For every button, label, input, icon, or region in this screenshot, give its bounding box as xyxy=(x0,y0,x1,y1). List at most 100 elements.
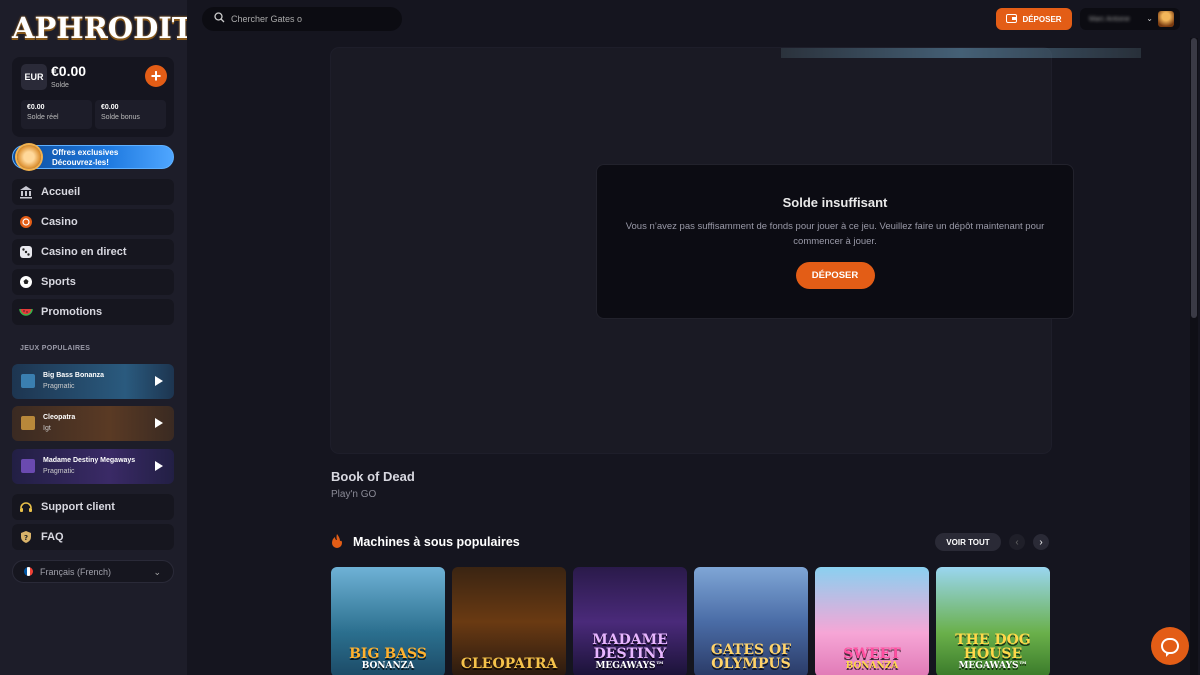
nav-item-casino-en-direct[interactable]: Casino en direct xyxy=(12,239,174,265)
top-bar: DÉPOSER Marc Antoine ⌄ xyxy=(187,0,1200,38)
add-funds-button[interactable]: + xyxy=(145,65,167,87)
game-title: Book of Dead xyxy=(331,469,415,484)
chat-bubble-icon xyxy=(1161,638,1179,657)
play-icon[interactable] xyxy=(155,376,163,386)
promo-line1: Offres exclusives xyxy=(52,148,119,157)
sidebar: APHRODITE EUR €0.00 Solde + €0.00 Solde … xyxy=(0,0,215,675)
insufficient-balance-modal: Solde insuffisant Vous n’avez pas suffis… xyxy=(596,164,1074,319)
play-icon[interactable] xyxy=(155,418,163,428)
search-box[interactable] xyxy=(202,7,402,31)
popular-slots-header: Machines à sous populaires VOIR TOUT ‹ › xyxy=(331,533,1051,553)
balance-amount: €0.00 xyxy=(51,63,87,79)
exclusive-offers-banner[interactable]: Offres exclusives Découvrez-les! xyxy=(12,145,174,169)
nav-label: Promotions xyxy=(41,306,103,318)
real-balance-label: Solde réel xyxy=(27,114,59,121)
nav-label: FAQ xyxy=(41,531,64,543)
game-provider: Pragmatic xyxy=(43,383,75,390)
game-provider: Igt xyxy=(43,425,51,432)
question-shield-icon: ? xyxy=(18,529,34,545)
nav-label: Casino en direct xyxy=(41,246,127,258)
search-icon xyxy=(214,12,225,26)
main-content: Solde insuffisant Vous n’avez pas suffis… xyxy=(187,38,1200,675)
game-provider: Play'n GO xyxy=(331,489,377,500)
fire-icon xyxy=(331,534,343,551)
bonus-balance-value: €0.00 xyxy=(101,104,119,111)
prev-arrow-button[interactable]: ‹ xyxy=(1009,534,1025,550)
popular-game-card[interactable]: Madame Destiny Megaways Pragmatic xyxy=(12,449,174,484)
slot-tile[interactable]: SWEET BONANZA xyxy=(815,567,929,675)
nav-item-support[interactable]: Support client xyxy=(12,494,174,520)
slot-tile[interactable]: MADAME DESTINY MEGAWAYS™ xyxy=(573,567,687,675)
svg-text:?: ? xyxy=(24,534,28,542)
slot-title: BIG BASS BONANZA xyxy=(349,646,427,671)
nav-item-promotions[interactable]: Promotions xyxy=(12,299,174,325)
modal-deposit-button[interactable]: DÉPOSER xyxy=(795,262,875,289)
slot-tile[interactable]: GATES OF OLYMPUS xyxy=(694,567,808,675)
brand-logo[interactable]: APHRODITE xyxy=(12,12,215,44)
real-balance-value: €0.00 xyxy=(27,104,45,111)
game-frame: Solde insuffisant Vous n’avez pas suffis… xyxy=(331,48,1141,453)
france-flag-icon xyxy=(24,567,33,576)
app-root: APHRODITE EUR €0.00 Solde + €0.00 Solde … xyxy=(0,0,1200,675)
nav-item-accueil[interactable]: Accueil xyxy=(12,179,174,205)
slot-title: SWEET BONANZA xyxy=(843,646,901,671)
language-label: Français (French) xyxy=(40,566,112,577)
slot-tile[interactable]: THE DOG HOUSE MEGAWAYS™ xyxy=(936,567,1050,675)
deposit-button[interactable]: DÉPOSER xyxy=(996,8,1072,30)
nav-item-casino[interactable]: Casino xyxy=(12,209,174,235)
slot-title: THE DOG HOUSE MEGAWAYS™ xyxy=(955,632,1031,671)
game-provider: Pragmatic xyxy=(43,468,75,475)
popular-games-title: JEUX POPULAIRES xyxy=(20,345,91,352)
slot-tiles: BIG BASS BONANZA CLEOPATRA MADAME DESTINY… xyxy=(331,567,1051,675)
modal-title: Solde insuffisant xyxy=(782,195,888,210)
chevron-right-icon: › xyxy=(1039,536,1043,548)
section-title: Machines à sous populaires xyxy=(353,535,520,549)
popular-game-card[interactable]: Cleopatra Igt xyxy=(12,406,174,441)
see-all-button[interactable]: VOIR TOUT xyxy=(935,533,1001,551)
popular-game-card[interactable]: Big Bass Bonanza Pragmatic xyxy=(12,364,174,399)
slot-title: GATES OF OLYMPUS xyxy=(710,642,792,672)
game-thumbnail xyxy=(21,416,35,430)
plus-icon: + xyxy=(150,66,162,86)
bonus-balance-label: Solde bonus xyxy=(101,114,140,121)
modal-message: Vous n’avez pas suffisamment de fonds po… xyxy=(625,221,1045,247)
balance-label: Solde xyxy=(51,82,69,89)
game-name: Big Bass Bonanza xyxy=(43,372,105,379)
watermelon-icon xyxy=(18,304,34,320)
medal-icon xyxy=(17,145,41,169)
dice-icon xyxy=(18,244,34,260)
soccer-ball-icon xyxy=(18,274,34,290)
wallet-panel: EUR €0.00 Solde + €0.00 Solde réel €0.00… xyxy=(12,57,174,137)
game-thumbnail xyxy=(21,374,35,388)
game-thumbnail xyxy=(21,459,35,473)
chip-icon xyxy=(18,214,34,230)
slot-tile[interactable]: CLEOPATRA xyxy=(452,567,566,675)
scrollbar-thumb[interactable] xyxy=(1191,38,1197,318)
game-name: Cleopatra xyxy=(43,414,76,421)
nav-label: Sports xyxy=(41,276,76,288)
nav-label: Support client xyxy=(41,501,115,513)
user-menu[interactable]: Marc Antoine ⌄ xyxy=(1080,8,1180,30)
chevron-down-icon: ⌄ xyxy=(153,567,161,577)
slot-tile[interactable]: BIG BASS BONANZA xyxy=(331,567,445,675)
nav-item-faq[interactable]: ? FAQ xyxy=(12,524,174,550)
deposit-label: DÉPOSER xyxy=(1022,14,1062,24)
bank-icon xyxy=(18,184,34,200)
chat-support-button[interactable] xyxy=(1151,627,1189,665)
page-scrollbar[interactable] xyxy=(1190,38,1198,675)
next-arrow-button[interactable]: › xyxy=(1033,534,1049,550)
headset-icon xyxy=(18,499,34,515)
language-selector[interactable]: Français (French) ⌄ xyxy=(12,560,174,583)
nav-label: Accueil xyxy=(41,186,81,198)
real-balance-box: €0.00 Solde réel xyxy=(21,100,92,129)
search-input[interactable] xyxy=(231,14,381,24)
wallet-icon xyxy=(1006,13,1018,25)
game-background xyxy=(781,48,1141,58)
play-icon[interactable] xyxy=(155,461,163,471)
nav-label: Casino xyxy=(41,216,78,228)
nav-item-sports[interactable]: Sports xyxy=(12,269,174,295)
promo-line2: Découvrez-les! xyxy=(52,158,109,167)
bonus-balance-box: €0.00 Solde bonus xyxy=(95,100,166,129)
avatar xyxy=(1158,11,1174,27)
slot-title: MADAME DESTINY MEGAWAYS™ xyxy=(592,632,668,671)
